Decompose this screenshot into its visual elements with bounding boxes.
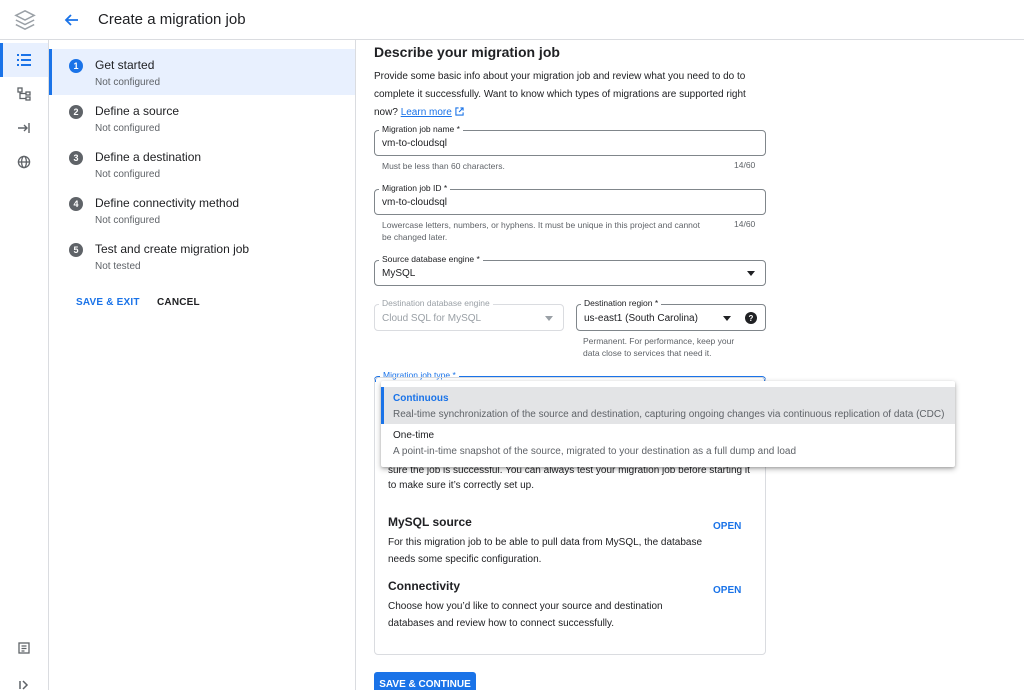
dropdown-caret-icon (723, 316, 731, 321)
database-migration-logo-icon (14, 10, 36, 30)
mysql-source-body-line2: needs some specific configuration. (388, 554, 542, 565)
field-label: Migration job ID * (379, 183, 451, 193)
field-label: Destination database engine (379, 298, 493, 308)
cancel-button[interactable]: CANCEL (157, 297, 200, 308)
step-test-create[interactable]: 5 Test and create migration job Not test… (49, 233, 355, 279)
card-partial-line2: to make sure it’s correctly set up. (388, 480, 534, 491)
step-define-destination[interactable]: 3 Define a destination Not configured (49, 141, 355, 187)
field-label: Destination region * (581, 298, 662, 308)
migration-job-type-menu: Continuous Real-time synchronization of … (381, 381, 955, 467)
step-status: Not configured (95, 169, 161, 180)
job-id-hint-line1: Lowercase letters, numbers, or hyphens. … (382, 220, 700, 230)
destination-region-select[interactable]: Destination region * us-east1 (South Car… (576, 298, 766, 331)
step-get-started[interactable]: 1 Get started Not configured (49, 49, 355, 95)
step-define-source[interactable]: 2 Define a source Not configured (49, 95, 355, 141)
step-status: Not configured (95, 123, 161, 134)
dropdown-caret-icon (747, 271, 755, 276)
step-define-connectivity[interactable]: 4 Define connectivity method Not configu… (49, 187, 355, 233)
region-hint-line2: data close to services that need it. (583, 348, 712, 358)
release-notes-icon[interactable] (0, 631, 48, 665)
destination-database-engine-select: Destination database engine Cloud SQL fo… (374, 298, 564, 331)
job-id-counter: 14/60 (734, 219, 756, 229)
save-continue-button[interactable]: SAVE & CONTINUE (374, 672, 476, 690)
learn-more-link[interactable]: Learn more (401, 107, 452, 118)
external-link-icon (454, 107, 464, 116)
help-icon[interactable]: ? (745, 312, 757, 324)
option-one-time[interactable]: One-time A point-in-time snapshot of the… (381, 424, 955, 461)
field-value: vm-to-cloudsql (382, 138, 448, 149)
job-id-hint-line2: be changed later. (382, 232, 448, 242)
save-exit-button[interactable]: SAVE & EXIT (76, 297, 140, 308)
field-label: Source database engine * (379, 254, 483, 264)
step-number: 2 (69, 105, 83, 119)
section-heading: Describe your migration job (374, 44, 560, 60)
option-description: Real-time synchronization of the source … (393, 409, 945, 420)
mysql-source-body-line1: For this migration job to be able to pul… (388, 537, 703, 548)
step-status: Not tested (95, 261, 141, 272)
expand-icon[interactable] (0, 668, 48, 690)
job-name-counter: 14/60 (734, 160, 756, 170)
field-value: vm-to-cloudsql (382, 197, 448, 208)
step-number: 1 (69, 59, 83, 73)
mysql-source-title: MySQL source (388, 515, 472, 529)
globe-icon[interactable] (0, 145, 48, 179)
step-title: Define connectivity method (95, 196, 240, 210)
back-arrow-icon[interactable] (60, 8, 84, 32)
connectivity-open-button[interactable]: OPEN (713, 585, 741, 596)
step-number: 5 (69, 243, 83, 257)
step-title: Define a destination (95, 150, 202, 164)
migration-job-id-field[interactable]: Migration job ID * vm-to-cloudsql (374, 183, 766, 215)
source-database-engine-select[interactable]: Source database engine * MySQL (374, 254, 766, 286)
option-description: A point-in-time snapshot of the source, … (393, 446, 797, 457)
option-title: Continuous (393, 393, 449, 404)
field-value: MySQL (382, 268, 416, 279)
main-content: Describe your migration job Provide some… (357, 40, 1024, 690)
step-status: Not configured (95, 215, 161, 226)
step-title: Get started (95, 58, 155, 72)
mysql-source-open-button[interactable]: OPEN (713, 521, 741, 532)
step-status: Not configured (95, 77, 161, 88)
list-icon[interactable] (0, 43, 48, 77)
connectivity-title: Connectivity (388, 579, 461, 593)
intro-text: Provide some basic info about your migra… (374, 68, 764, 122)
migration-job-name-field[interactable]: Migration job name * vm-to-cloudsql (374, 124, 766, 156)
migrate-icon[interactable] (0, 111, 48, 145)
option-title: One-time (393, 430, 435, 441)
step-number: 3 (69, 151, 83, 165)
field-value: Cloud SQL for MySQL (382, 313, 482, 324)
steps-panel: 1 Get started Not configured 2 Define a … (49, 40, 356, 690)
dropdown-caret-icon (545, 316, 553, 321)
left-nav-rail (0, 40, 49, 690)
step-number: 4 (69, 197, 83, 211)
tree-icon[interactable] (0, 77, 48, 111)
step-title: Define a source (95, 104, 180, 118)
connectivity-body-line1: Choose how you’d like to connect your so… (388, 601, 663, 612)
step-title: Test and create migration job (95, 242, 250, 256)
job-name-hint: Must be less than 60 characters. (382, 161, 505, 171)
field-value: us-east1 (South Carolina) (584, 313, 698, 324)
region-hint-line1: Permanent. For performance, keep your (583, 336, 735, 346)
top-bar: Create a migration job (0, 0, 1024, 40)
option-continuous[interactable]: Continuous Real-time synchronization of … (381, 387, 955, 424)
svg-text:?: ? (749, 314, 754, 323)
field-label: Migration job name * (379, 124, 463, 134)
connectivity-body-line2: databases and review how to connect succ… (388, 618, 615, 629)
page-title: Create a migration job (98, 11, 246, 28)
